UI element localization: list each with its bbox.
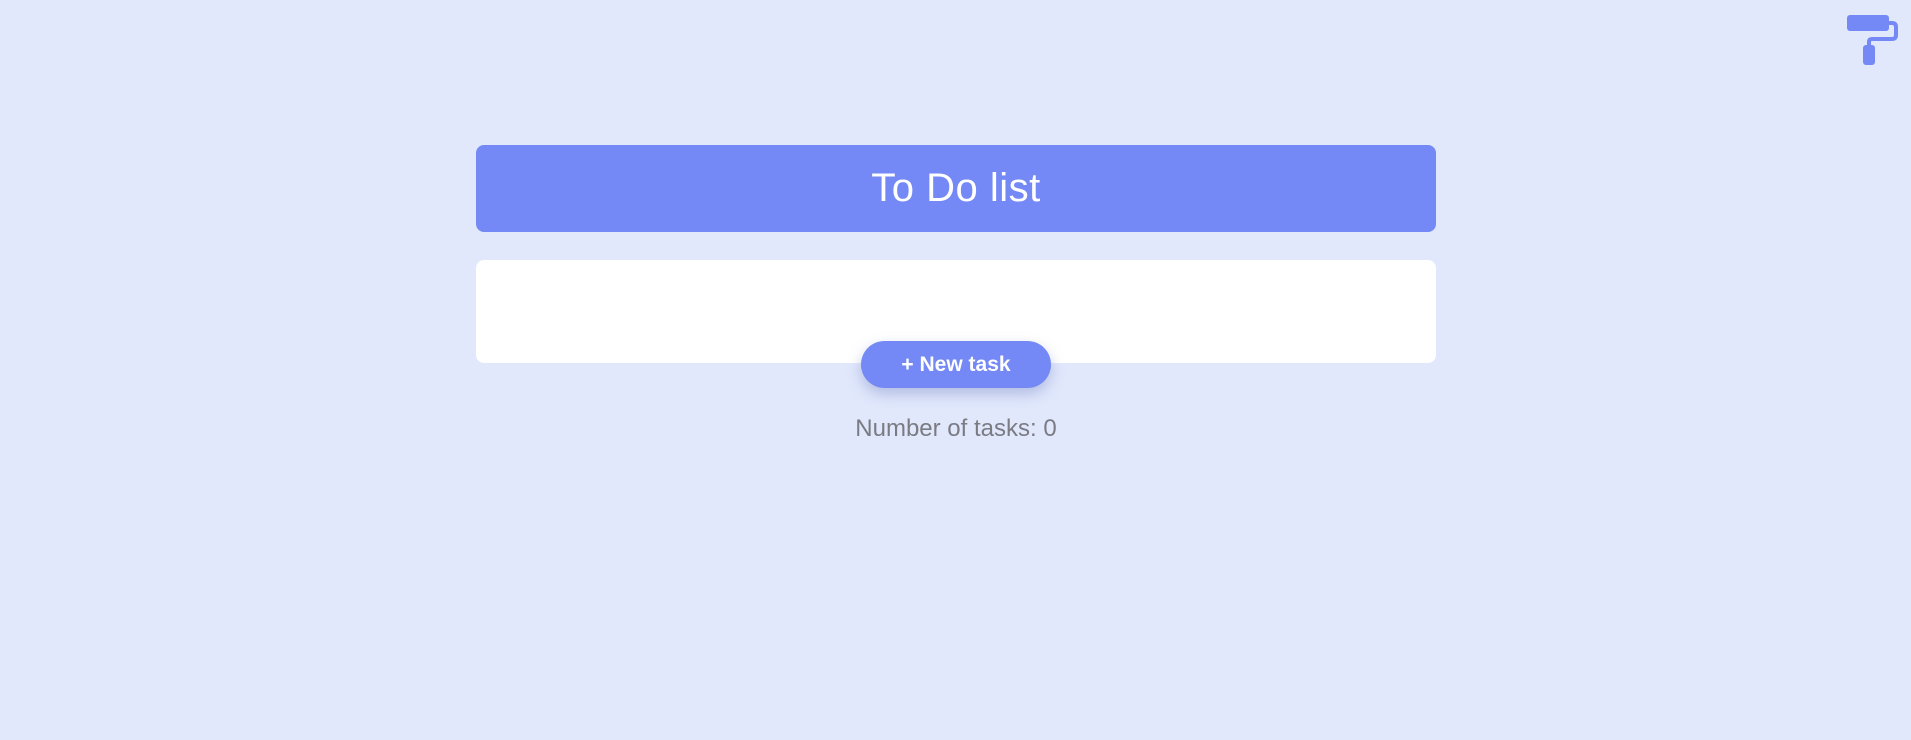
new-task-button[interactable]: + New task: [861, 341, 1051, 388]
page-title: To Do list: [871, 166, 1041, 210]
theme-toggle-button[interactable]: [1845, 13, 1899, 67]
header-bar: To Do list: [476, 145, 1436, 232]
todo-container: To Do list + New task Number of tasks: 0: [476, 145, 1436, 467]
task-panel: + New task: [476, 260, 1436, 388]
paint-roller-icon: [1845, 13, 1899, 67]
task-count: Number of tasks: 0: [855, 415, 1057, 442]
